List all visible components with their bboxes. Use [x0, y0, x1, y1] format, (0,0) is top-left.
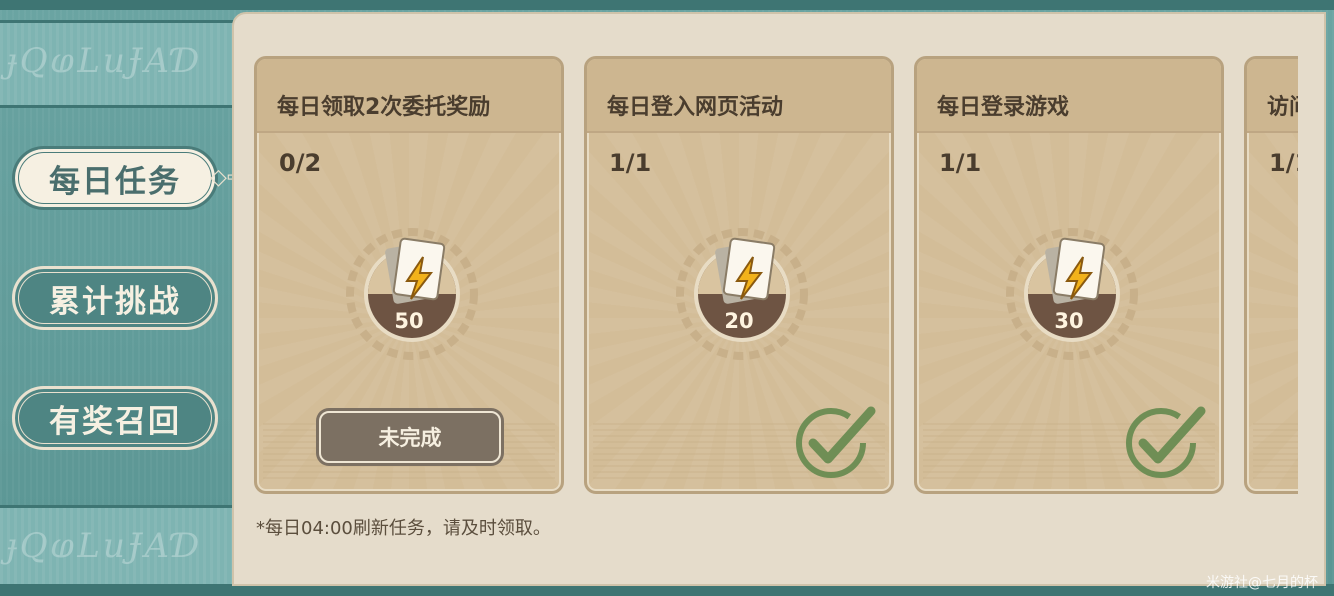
task-title: 每日领取2次委托奖励: [277, 95, 491, 120]
top-rail: [0, 0, 1334, 10]
task-panel: 每日领取2次委托奖励 0/2 50 未完成 每日登入网页活动 1/1 20 每日…: [232, 12, 1326, 586]
decor-strip-text: ɟQⱷLuɈAƊ: [6, 526, 203, 566]
task-card: 每日登录游戏 1/1 30: [914, 56, 1224, 494]
task-card: 每日登入网页活动 1/1 20: [584, 56, 894, 494]
reward-amount: 20: [724, 309, 754, 333]
task-card: 每日领取2次委托奖励 0/2 50 未完成: [254, 56, 564, 494]
decor-strip-top: ɟQⱷLuɈAƊ: [0, 20, 240, 108]
task-card: 访问 1/1: [1244, 56, 1298, 494]
task-title: 访问: [1267, 95, 1298, 120]
completed-check-icon: [1126, 406, 1206, 478]
task-progress: 1/1: [1269, 149, 1298, 177]
task-progress: 1/1: [939, 149, 982, 177]
completed-check-icon: [796, 406, 876, 478]
incomplete-status-button[interactable]: 未完成: [319, 411, 501, 463]
reward-amount: 30: [1054, 309, 1084, 333]
tab-daily-tasks[interactable]: 每日任务: [12, 146, 218, 210]
stamina-reward-icon: [1006, 228, 1138, 360]
stamina-reward-icon: [676, 228, 808, 360]
decor-strip-bottom: ɟQⱷLuɈAƊ: [0, 505, 240, 593]
stamina-reward-icon: [346, 228, 478, 360]
tab-cumulative-challenge[interactable]: 累计挑战: [12, 266, 218, 330]
decor-strip-text: ɟQⱷLuɈAƊ: [6, 41, 203, 81]
refresh-footnote: *每日04:00刷新任务，请及时领取。: [256, 518, 551, 539]
task-progress: 0/2: [279, 149, 322, 177]
tab-rewarded-recall[interactable]: 有奖召回: [12, 386, 218, 450]
reward-amount: 50: [394, 309, 424, 333]
card-decor-lines: [1253, 423, 1298, 483]
task-progress: 1/1: [609, 149, 652, 177]
task-card-list[interactable]: 每日领取2次委托奖励 0/2 50 未完成 每日登入网页活动 1/1 20 每日…: [254, 54, 1298, 510]
task-title: 每日登入网页活动: [607, 95, 784, 120]
task-title: 每日登录游戏: [937, 95, 1070, 120]
watermark: 米游社@七月的杯: [1206, 575, 1318, 591]
